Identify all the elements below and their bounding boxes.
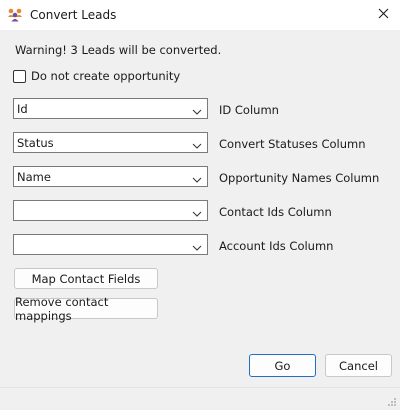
close-icon (378, 8, 389, 22)
title-bar: Convert Leads (0, 0, 400, 30)
opportunity-names-column-select[interactable]: Name (13, 166, 208, 187)
close-button[interactable] (366, 0, 400, 30)
map-contact-fields-button[interactable]: Map Contact Fields (14, 268, 158, 289)
select-value: Name (17, 170, 51, 184)
convert-statuses-column-select[interactable]: Status (13, 132, 208, 153)
resize-grip-icon[interactable] (387, 396, 397, 406)
contact-ids-column-select[interactable] (13, 200, 208, 221)
select-value: Status (17, 136, 54, 150)
do-not-create-opportunity-checkbox[interactable] (13, 69, 26, 83)
convert-statuses-column-label: Convert Statuses Column (219, 137, 366, 151)
id-column-label: ID Column (219, 103, 279, 117)
chevron-down-icon (192, 207, 202, 217)
chevron-down-icon (192, 173, 202, 183)
cancel-button[interactable]: Cancel (325, 354, 392, 377)
contact-ids-column-label: Contact Ids Column (219, 205, 332, 219)
dialog-body: Warning! 3 Leads will be converted. Do n… (0, 30, 400, 409)
select-value: Id (17, 102, 28, 116)
chevron-down-icon (192, 139, 202, 149)
remove-contact-mappings-button[interactable]: Remove contact mappings (14, 295, 158, 323)
window-title: Convert Leads (30, 8, 117, 22)
account-ids-column-select[interactable] (13, 234, 208, 255)
id-column-select[interactable]: Id (13, 98, 208, 119)
checkbox-label: Do not create opportunity (31, 69, 181, 83)
account-ids-column-label: Account Ids Column (219, 239, 334, 253)
warning-text: Warning! 3 Leads will be converted. (15, 43, 222, 57)
opportunity-names-column-label: Opportunity Names Column (219, 171, 380, 185)
do-not-create-opportunity-row[interactable]: Do not create opportunity (13, 69, 180, 83)
leads-people-icon (7, 6, 23, 22)
go-button[interactable]: Go (249, 354, 316, 377)
chevron-down-icon (192, 105, 202, 115)
chevron-down-icon (192, 241, 202, 251)
footer-divider (0, 387, 400, 388)
